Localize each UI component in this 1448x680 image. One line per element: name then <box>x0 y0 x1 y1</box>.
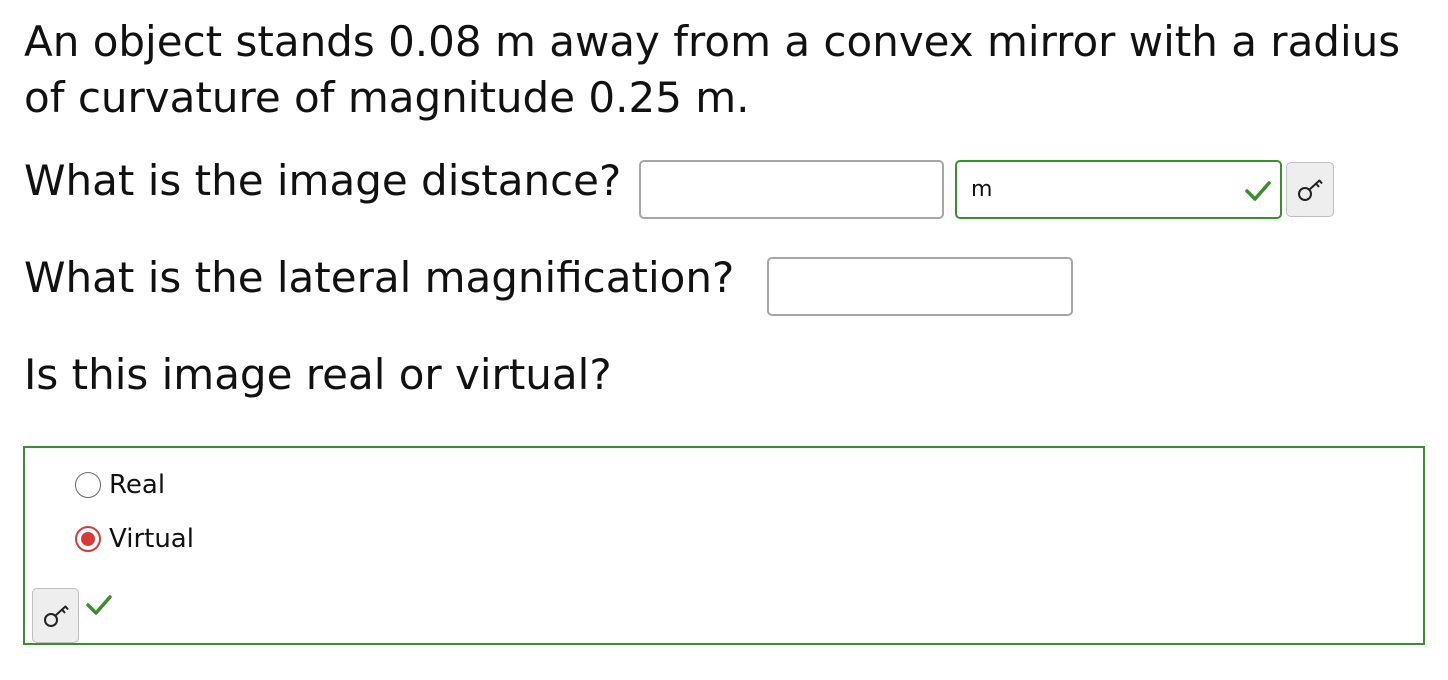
key-button[interactable] <box>1286 162 1334 217</box>
radio-button-real[interactable] <box>75 472 101 498</box>
real-or-virtual-label: Is this image real or virtual? <box>24 350 612 399</box>
real-or-virtual-panel: Real Virtual <box>23 446 1425 645</box>
question-page: An object stands 0.08 m away from a conv… <box>0 0 1448 680</box>
key-icon <box>1298 179 1323 201</box>
image-distance-input[interactable] <box>639 160 944 219</box>
unit-select[interactable]: m <box>955 160 1282 219</box>
radio-button-virtual[interactable] <box>75 526 101 552</box>
magnification-input[interactable] <box>767 257 1073 316</box>
question-prompt: An object stands 0.08 m away from a conv… <box>24 17 1401 122</box>
unit-value: m <box>971 177 993 202</box>
check-icon <box>1245 181 1271 201</box>
magnification-label: What is the lateral magnification? <box>24 253 735 302</box>
radio-label-virtual: Virtual <box>109 524 194 554</box>
image-distance-label: What is the image distance? <box>24 156 622 205</box>
radio-label-real: Real <box>109 470 166 500</box>
check-icon <box>86 595 112 615</box>
key-icon <box>44 605 69 627</box>
key-button[interactable] <box>32 588 79 643</box>
